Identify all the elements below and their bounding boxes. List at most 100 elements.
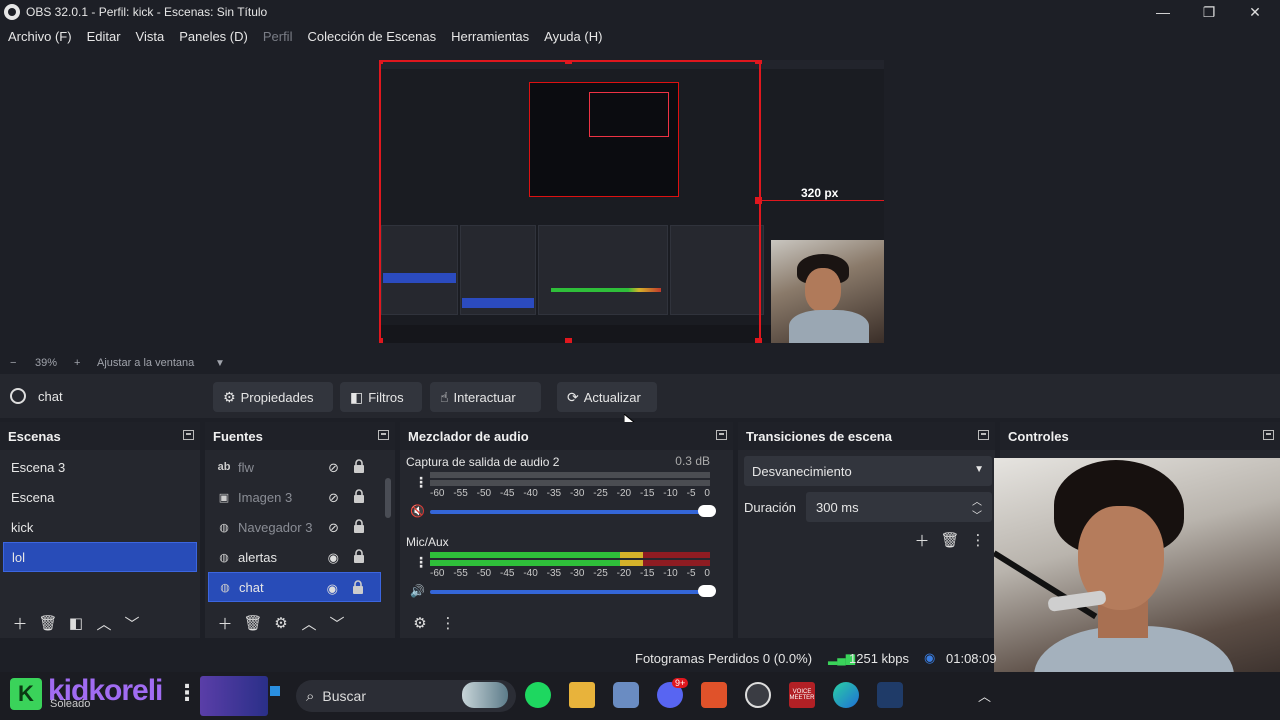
sources-scrollbar[interactable] (385, 478, 391, 518)
eye-icon[interactable]: ◉ (327, 581, 338, 597)
stream-thumbnail[interactable] (200, 676, 268, 716)
menu-help[interactable]: Ayuda (H) (544, 29, 602, 44)
track-menu-icon[interactable]: ⋮ (414, 554, 428, 571)
transition-menu-icon[interactable]: ⋮ (964, 528, 992, 552)
add-scene-icon[interactable]: ＋ (6, 611, 34, 635)
windows-start-icon[interactable] (270, 686, 280, 696)
more-icon[interactable]: ⋮ (176, 680, 198, 706)
spin-up-icon[interactable]: ︿ (972, 493, 982, 508)
interact-button[interactable]: ☝ Interactuar (430, 382, 541, 412)
eye-icon[interactable]: ◉ (328, 550, 339, 566)
volume-slider[interactable] (430, 505, 716, 517)
remove-transition-trash-icon[interactable]: 🗑 (936, 528, 964, 552)
selection-frame[interactable] (379, 60, 761, 343)
undock-icon[interactable] (1263, 430, 1274, 440)
track-menu-icon[interactable]: ⋮ (414, 474, 428, 491)
settings-gear-icon[interactable] (613, 682, 639, 708)
menu-scene-collection[interactable]: Colección de Escenas (307, 29, 436, 44)
preview-area[interactable]: 320 px (0, 48, 1280, 354)
menu-edit[interactable]: Editar (87, 29, 121, 44)
spotify-icon[interactable] (525, 682, 551, 708)
duration-input[interactable]: 300 ms ︿ ﹀ (806, 492, 992, 522)
meter-bar (430, 480, 710, 486)
spin-down-icon[interactable]: ﹀ (972, 507, 982, 522)
scene-item-selected[interactable]: lol (3, 542, 197, 572)
lock-icon[interactable] (353, 489, 365, 503)
refresh-button[interactable]: ⟳ Actualizar (557, 382, 657, 412)
maximize-button[interactable]: ❐ (1186, 0, 1232, 24)
voicemeeter-icon[interactable]: VOICE MEETER (789, 682, 815, 708)
volume-knob[interactable] (698, 505, 716, 517)
move-down-icon[interactable]: ﹀ (323, 611, 351, 635)
resize-handle-t[interactable] (565, 60, 572, 64)
meter-bar (430, 472, 710, 478)
widget-icon[interactable] (462, 682, 508, 708)
menu-docks[interactable]: Paneles (D) (179, 29, 248, 44)
move-down-icon[interactable]: ﹀ (118, 611, 146, 635)
speaker-muted-icon[interactable]: 🔇 (410, 504, 425, 518)
preview-canvas[interactable]: 320 px (379, 60, 884, 343)
menu-bar: Archivo (F) Editar Vista Paneles (D) Per… (0, 24, 1280, 48)
menu-profile[interactable]: Perfil (263, 29, 293, 44)
zoom-in-button[interactable]: + (74, 357, 80, 369)
close-button[interactable]: ✕ (1232, 0, 1278, 24)
advanced-audio-gear-icon[interactable]: ⚙ (406, 611, 434, 635)
mixer-menu-icon[interactable]: ⋮ (434, 611, 462, 635)
undock-icon[interactable] (183, 430, 194, 440)
source-item[interactable]: ◍ alertas ◉ (208, 542, 381, 572)
undock-icon[interactable] (978, 430, 989, 440)
menu-tools[interactable]: Herramientas (451, 29, 529, 44)
fit-dropdown-arrow-icon[interactable]: ▼ (215, 358, 225, 369)
properties-button[interactable]: ⚙ Propiedades (213, 382, 333, 412)
lock-icon[interactable] (353, 519, 365, 533)
remove-scene-trash-icon[interactable]: 🗑 (34, 611, 62, 635)
fit-to-window-label[interactable]: Ajustar a la ventana (97, 357, 194, 369)
volume-knob[interactable] (698, 585, 716, 597)
move-up-icon[interactable]: ︿ (295, 611, 323, 635)
undock-icon[interactable] (716, 430, 727, 440)
source-item[interactable]: ab flw ⊘ (208, 452, 381, 482)
filters-button[interactable]: ◧ Filtros (340, 382, 422, 412)
remove-source-trash-icon[interactable]: 🗑 (239, 611, 267, 635)
eye-hidden-icon[interactable]: ⊘ (328, 460, 339, 476)
scene-item[interactable]: kick (3, 512, 197, 542)
resize-handle-bl[interactable] (379, 338, 383, 343)
lock-icon[interactable] (352, 580, 364, 594)
add-source-icon[interactable]: ＋ (211, 611, 239, 635)
speaker-icon[interactable]: 🔊 (410, 584, 425, 598)
source-item[interactable]: ◍ Navegador 3 ⊘ (208, 512, 381, 542)
source-properties-gear-icon[interactable]: ⚙ (267, 611, 295, 635)
menu-file[interactable]: Archivo (F) (8, 29, 72, 44)
lock-icon[interactable] (353, 459, 365, 473)
add-transition-icon[interactable]: ＋ (908, 528, 936, 552)
move-up-icon[interactable]: ︿ (90, 611, 118, 635)
meter-fill-green (430, 552, 598, 558)
league-client-icon[interactable] (877, 682, 903, 708)
scene-item[interactable]: Escena 3 (3, 452, 197, 482)
scene-item[interactable]: Escena (3, 482, 197, 512)
resize-handle-r[interactable] (755, 197, 762, 204)
meter-scale: -60 -55 -50 -45 -40 -35 -30 -25 -20 -15 -10 -5 0 (430, 488, 710, 499)
zoom-out-button[interactable]: − (10, 357, 16, 369)
eye-hidden-icon[interactable]: ⊘ (328, 490, 339, 506)
menu-view[interactable]: Vista (136, 29, 165, 44)
undock-icon[interactable] (378, 430, 389, 440)
chevron-up-icon[interactable]: ︿ (978, 686, 991, 705)
brave-browser-icon[interactable] (701, 682, 727, 708)
file-explorer-icon[interactable] (569, 682, 595, 708)
scene-filters-icon[interactable]: ◧ (62, 611, 90, 635)
resize-handle-tl[interactable] (379, 60, 383, 64)
transition-select[interactable]: Desvanecimiento ▼ (744, 456, 992, 486)
resize-handle-b[interactable] (565, 338, 572, 343)
source-item-selected[interactable]: ◍ chat ◉ (208, 572, 381, 602)
minimize-button[interactable]: — (1140, 0, 1186, 24)
resize-handle-tr[interactable] (755, 60, 762, 64)
source-item[interactable]: ▣ Imagen 3 ⊘ (208, 482, 381, 512)
edge-icon[interactable] (833, 682, 859, 708)
volume-slider[interactable] (430, 585, 716, 597)
discord-badge: 9+ (672, 678, 689, 688)
eye-hidden-icon[interactable]: ⊘ (328, 520, 339, 536)
lock-icon[interactable] (353, 549, 365, 563)
resize-handle-br[interactable] (755, 338, 762, 343)
obs-taskbar-icon[interactable] (745, 682, 771, 708)
